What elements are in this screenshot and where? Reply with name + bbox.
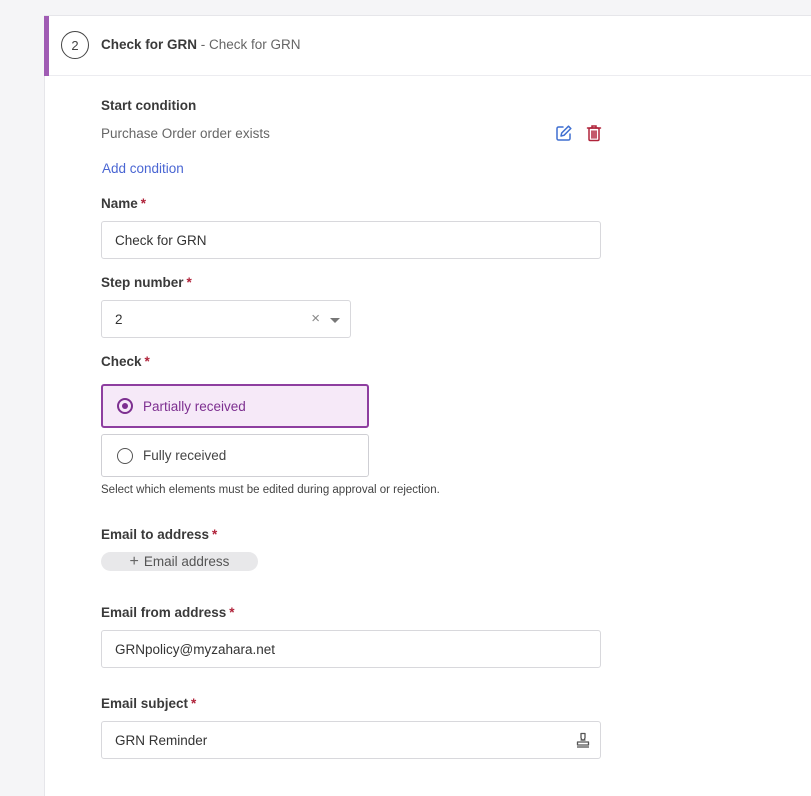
step-title: Check for GRN - Check for GRN	[101, 37, 301, 52]
radio-label: Partially received	[143, 398, 246, 414]
chevron-down-icon[interactable]	[330, 318, 340, 323]
check-label: Check *	[101, 354, 150, 369]
step-number-value: 2	[115, 311, 123, 327]
step-number-label: Step number *	[101, 275, 192, 290]
required-marker: *	[212, 527, 218, 542]
radio-fully-received[interactable]: Fully received	[101, 434, 369, 477]
step-title-separator: -	[197, 37, 210, 52]
clear-icon[interactable]: ×	[311, 310, 320, 327]
email-from-input[interactable]: GRNpolicy@myzahara.net	[101, 630, 601, 668]
radio-selected-icon	[117, 398, 133, 414]
email-subject-value: GRN Reminder	[115, 732, 208, 748]
stamp-icon[interactable]	[574, 731, 592, 752]
add-condition-link[interactable]: Add condition	[102, 161, 184, 176]
add-email-address-button[interactable]: + Email address	[101, 552, 258, 571]
plus-icon: +	[129, 552, 139, 570]
required-marker: *	[229, 605, 235, 620]
check-help-text: Select which elements must be edited dur…	[101, 484, 440, 496]
step-title-main: Check for GRN	[101, 37, 198, 52]
edit-icon[interactable]	[554, 123, 574, 143]
name-input[interactable]: Check for GRN	[101, 221, 601, 259]
name-label-text: Name	[101, 196, 138, 211]
required-marker: *	[191, 696, 197, 711]
step-number-label-text: Step number	[101, 275, 184, 290]
name-label: Name *	[101, 196, 146, 211]
email-subject-label: Email subject *	[101, 696, 196, 711]
start-condition-label: Start condition	[101, 98, 197, 113]
email-to-label-text: Email to address	[101, 527, 210, 542]
required-marker: *	[144, 354, 150, 369]
step-number-badge: 2	[61, 31, 89, 59]
radio-unselected-icon	[117, 447, 133, 464]
step-header[interactable]: 2 Check for GRN - Check for GRN	[44, 16, 811, 76]
email-from-label-text: Email from address	[101, 605, 227, 620]
step-accent-bar	[44, 16, 49, 76]
name-input-value: Check for GRN	[115, 232, 207, 248]
radio-label: Fully received	[143, 448, 227, 463]
email-from-label: Email from address *	[101, 605, 235, 620]
step-number-select[interactable]: 2 ×	[101, 300, 351, 338]
required-marker: *	[140, 196, 147, 211]
email-subject-label-text: Email subject	[101, 696, 189, 711]
trash-icon[interactable]	[584, 123, 604, 143]
workflow-step-card: 2 Check for GRN - Check for GRN Start co…	[44, 15, 811, 796]
step-title-sub: Check for GRN	[209, 37, 301, 52]
email-subject-input[interactable]: GRN Reminder	[101, 721, 601, 759]
required-marker: *	[186, 275, 192, 290]
radio-partially-received[interactable]: Partially received	[101, 384, 369, 428]
email-to-label: Email to address *	[101, 527, 217, 542]
start-condition-value: Purchase Order order exists	[101, 126, 270, 141]
check-label-text: Check	[101, 354, 142, 369]
add-email-address-label: Email address	[143, 554, 230, 569]
email-from-value: GRNpolicy@myzahara.net	[115, 641, 276, 657]
